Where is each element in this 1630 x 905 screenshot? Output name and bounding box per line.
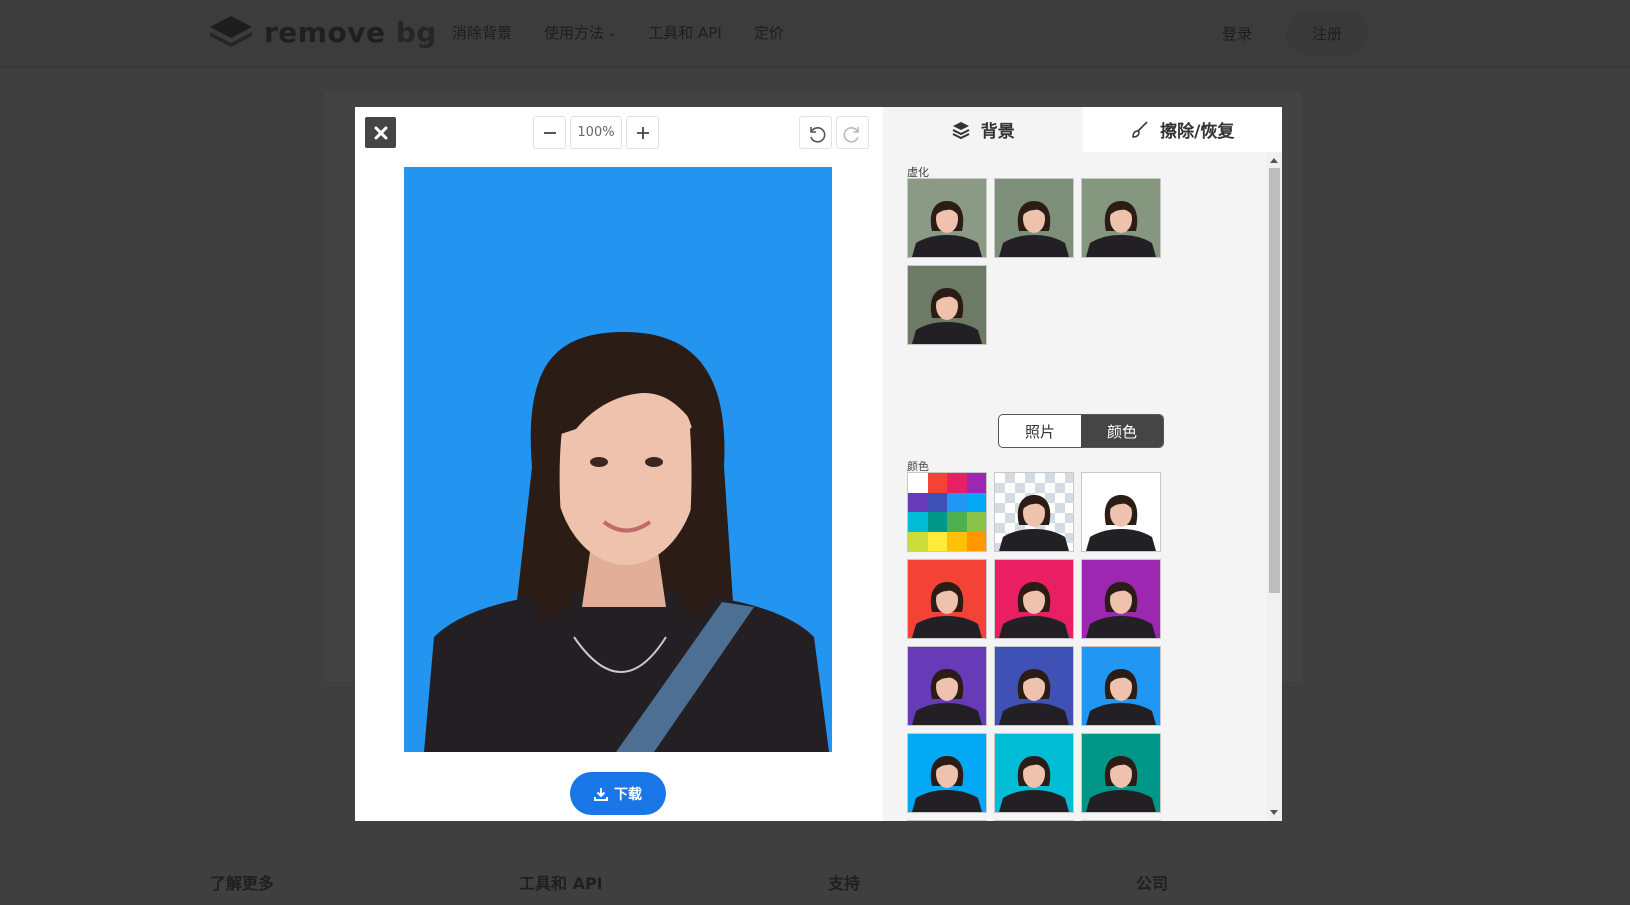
color-option-transparent[interactable] xyxy=(994,472,1074,552)
color-option-03a9f4[interactable] xyxy=(907,733,987,813)
color-option-00bcd4[interactable] xyxy=(994,733,1074,813)
brand-logo[interactable]: remove bg xyxy=(208,14,437,50)
blur-option-3[interactable] xyxy=(1081,178,1161,258)
color-option-2196f3[interactable] xyxy=(1081,646,1161,726)
zoom-out-button[interactable] xyxy=(533,116,566,149)
close-icon xyxy=(374,126,387,139)
download-button[interactable]: 下载 xyxy=(570,772,666,815)
color-option-4caf50[interactable] xyxy=(907,820,987,821)
side-tabs: 背景 擦除/恢复 xyxy=(883,107,1282,152)
zoom-controls: 100% xyxy=(533,116,659,149)
brush-icon xyxy=(1132,120,1148,138)
color-option-8bc34a[interactable] xyxy=(994,820,1074,821)
scroll-down-arrow-icon[interactable] xyxy=(1270,810,1278,815)
scrollbar-thumb[interactable] xyxy=(1269,168,1280,593)
color-option-cddc39[interactable] xyxy=(1081,820,1161,821)
toggle-color[interactable]: 颜色 xyxy=(1081,415,1163,447)
color-option-9c27b0[interactable] xyxy=(1081,559,1161,639)
edited-photo xyxy=(404,167,832,752)
chevron-down-icon: ⌄ xyxy=(607,26,617,39)
editor-panel: 100% 下载 xyxy=(355,107,883,821)
color-option-e91e63[interactable] xyxy=(994,559,1074,639)
footer-heading-support: 支持 xyxy=(828,874,861,893)
login-link[interactable]: 登录 xyxy=(1222,23,1252,44)
color-option-673ab7[interactable] xyxy=(907,646,987,726)
edit-background-modal: 100% 下载 背景 擦除/恢复 虚化 照片 颜色 颜色 xyxy=(355,107,1282,821)
nav-links: 消除背景 使用方法 ⌄ 工具和 API 定价 xyxy=(452,22,784,43)
redo-button[interactable] xyxy=(836,116,869,149)
brand-name: remove bg xyxy=(264,15,437,49)
blur-option-1[interactable] xyxy=(907,178,987,258)
color-option-009688[interactable] xyxy=(1081,733,1161,813)
footer-heading-learn-more: 了解更多 xyxy=(210,874,275,893)
footer-heading-company: 公司 xyxy=(1136,874,1169,893)
toggle-photo[interactable]: 照片 xyxy=(999,415,1081,447)
background-options-panel: 背景 擦除/恢复 虚化 照片 颜色 颜色 xyxy=(883,107,1282,821)
nav-link-pricing[interactable]: 定价 xyxy=(754,22,784,43)
logo-mark-icon xyxy=(210,16,252,47)
top-navbar: remove bg 消除背景 使用方法 ⌄ 工具和 API 定价 登录 注册 xyxy=(0,0,1630,68)
footer-heading-tools-api: 工具和 API xyxy=(519,874,603,893)
download-icon xyxy=(594,787,608,801)
tab-background[interactable]: 背景 xyxy=(883,107,1083,152)
history-controls xyxy=(799,116,869,149)
redo-icon xyxy=(843,126,859,143)
scroll-up-arrow-icon[interactable] xyxy=(1270,158,1278,163)
nav-link-remove-bg[interactable]: 消除背景 xyxy=(452,22,512,43)
nav-link-how-to[interactable]: 使用方法 ⌄ xyxy=(544,22,616,43)
signup-button[interactable]: 注册 xyxy=(1285,12,1368,55)
nav-link-tools-api[interactable]: 工具和 API xyxy=(648,22,722,43)
zoom-in-button[interactable] xyxy=(626,116,659,149)
color-option-ffffff[interactable] xyxy=(1081,472,1161,552)
undo-icon xyxy=(809,126,825,143)
options-scroll-area[interactable]: 虚化 照片 颜色 颜色 xyxy=(883,152,1267,821)
undo-button[interactable] xyxy=(799,116,832,149)
blur-option-2[interactable] xyxy=(994,178,1074,258)
zoom-level: 100% xyxy=(570,116,622,149)
custom-color-picker[interactable] xyxy=(907,472,987,552)
portrait-image xyxy=(404,167,832,752)
nav-auth: 登录 注册 xyxy=(1222,12,1368,55)
vertical-scrollbar[interactable] xyxy=(1267,152,1282,821)
color-option-f44336[interactable] xyxy=(907,559,987,639)
photo-color-toggle: 照片 颜色 xyxy=(998,414,1164,448)
layers-icon xyxy=(952,121,970,139)
minus-icon xyxy=(543,131,556,134)
download-label: 下载 xyxy=(614,786,642,803)
color-option-3f51b5[interactable] xyxy=(994,646,1074,726)
close-button[interactable] xyxy=(365,117,396,148)
blur-option-4[interactable] xyxy=(907,265,987,345)
plus-icon xyxy=(636,126,649,139)
tab-erase-restore[interactable]: 擦除/恢复 xyxy=(1082,107,1282,152)
